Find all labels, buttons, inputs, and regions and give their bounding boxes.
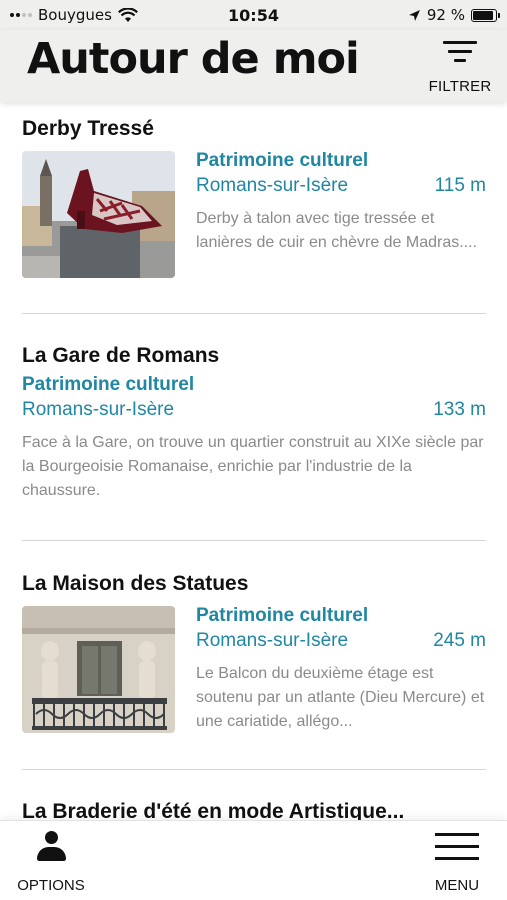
divider (22, 313, 486, 314)
app-header: Autour de moi FILTRER (0, 30, 507, 102)
bottom-bar: OPTIONS MENU (0, 820, 507, 900)
filter-button[interactable]: FILTRER (425, 36, 495, 96)
status-bar: Bouygues 10:54 92 % (0, 0, 507, 30)
options-button[interactable]: OPTIONS (10, 829, 92, 895)
item-city: Romans-sur-Isère (196, 630, 349, 651)
list-item[interactable]: La Gare de Romans Patrimoine culturel Ro… (22, 344, 486, 514)
battery-level (473, 10, 494, 20)
list-item[interactable]: La Braderie d'été en mode Artistique... (22, 800, 486, 820)
item-city: Romans-sur-Isère (22, 399, 175, 420)
item-title: La Maison des Statues (22, 572, 249, 595)
item-category: Patrimoine culturel (196, 605, 369, 626)
page-title: Autour de moi (27, 34, 360, 84)
item-description: Le Balcon du deuxième étage est soutenu … (196, 665, 485, 730)
options-label: OPTIONS (17, 877, 85, 894)
item-thumbnail (22, 606, 175, 733)
item-distance: 245 m (433, 630, 486, 651)
menu-button[interactable]: MENU (427, 831, 487, 895)
menu-icon (435, 831, 479, 861)
item-thumbnail (22, 151, 175, 278)
battery-icon (471, 8, 500, 22)
divider (22, 540, 486, 541)
location-arrow-icon (408, 9, 420, 21)
filter-label: FILTRER (428, 78, 492, 95)
list-item[interactable]: Derby Tressé Patrimoine culturel Romans-… (22, 117, 486, 297)
carrier-name: Bouygues (38, 6, 112, 24)
list-item[interactable]: La Maison des Statues Patrimoine culture… (22, 572, 486, 752)
signal-icon (10, 13, 32, 17)
item-title: Derby Tressé (22, 117, 154, 140)
wifi-icon (117, 7, 138, 22)
filter-icon (443, 39, 477, 65)
item-title: La Gare de Romans (22, 344, 220, 367)
status-time: 10:54 (228, 5, 279, 25)
person-icon (33, 829, 69, 863)
item-city: Romans-sur-Isère (196, 175, 349, 196)
places-list[interactable]: Derby Tressé Patrimoine culturel Romans-… (0, 102, 507, 820)
item-description: Derby à talon avec tige tressée et laniè… (196, 210, 478, 251)
item-category: Patrimoine culturel (22, 374, 195, 395)
battery-percent: 92 % (426, 6, 465, 24)
item-distance: 133 m (433, 399, 486, 420)
item-distance: 115 m (434, 175, 486, 196)
item-title: La Braderie d'été en mode Artistique... (22, 800, 405, 820)
divider (22, 769, 486, 770)
item-category: Patrimoine culturel (196, 150, 369, 171)
menu-label: MENU (434, 877, 480, 894)
item-description: Face à la Gare, on trouve un quartier co… (22, 434, 484, 499)
